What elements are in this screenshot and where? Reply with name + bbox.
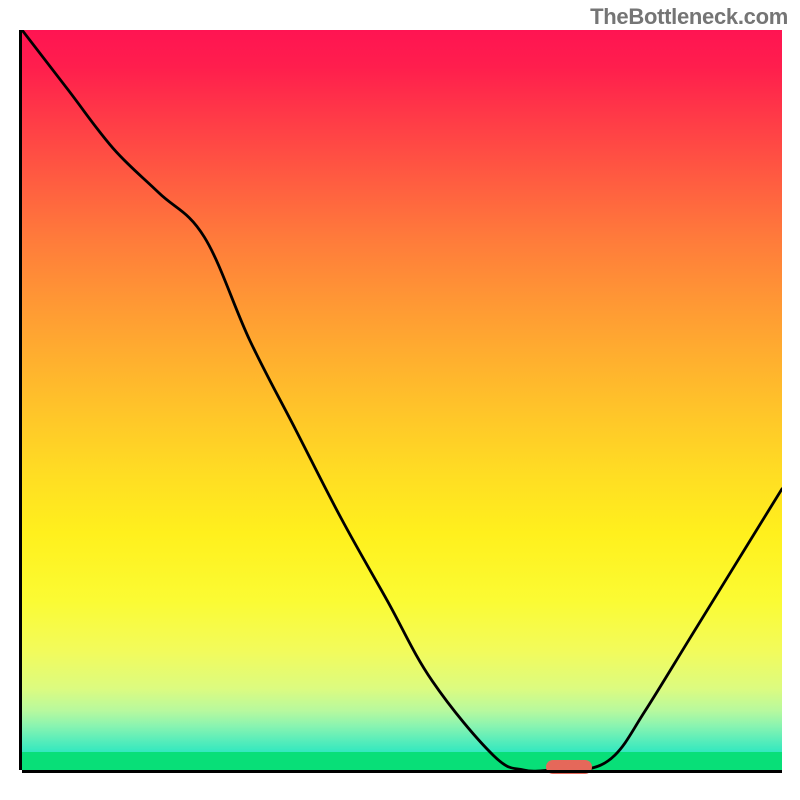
x-axis xyxy=(22,770,782,773)
watermark-text: TheBottleneck.com xyxy=(590,4,788,30)
y-axis xyxy=(19,30,22,770)
chart-plot-area xyxy=(22,30,782,770)
chart-curve xyxy=(22,30,782,770)
